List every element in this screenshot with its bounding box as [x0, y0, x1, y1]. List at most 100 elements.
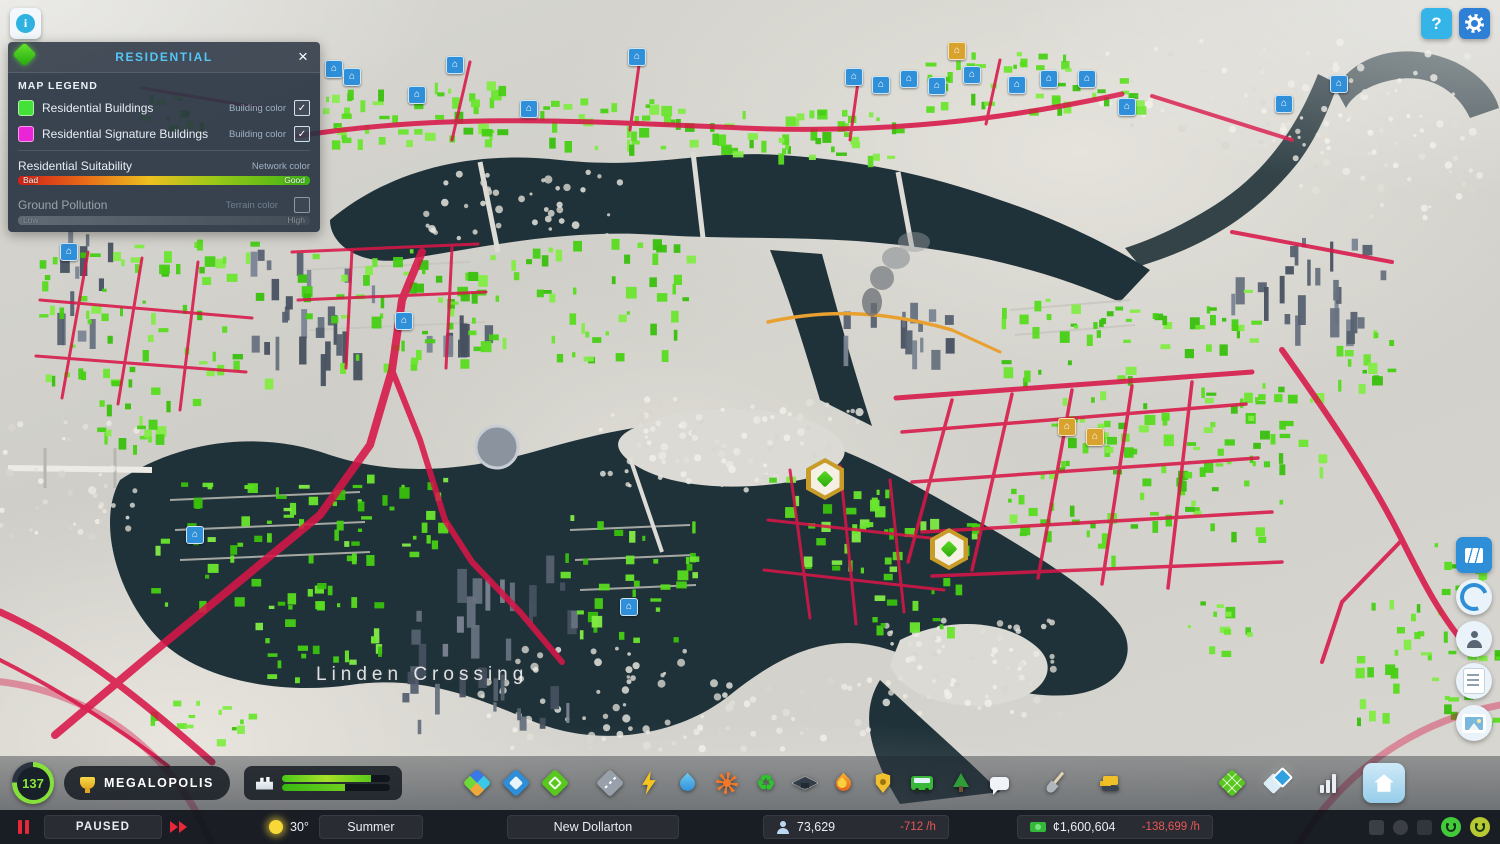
education-button[interactable]	[788, 766, 822, 800]
info-icon: i	[16, 14, 35, 33]
healthcare-button[interactable]	[710, 766, 744, 800]
swirl-icon	[1455, 578, 1493, 616]
happiness-icon[interactable]	[1441, 817, 1461, 837]
map-service-building-icon[interactable]: ⌂	[1330, 75, 1348, 93]
smoke-plume	[862, 232, 930, 316]
graduation-cap-icon	[793, 774, 817, 792]
communications-button[interactable]	[983, 766, 1017, 800]
map-alert-building-icon[interactable]: ⌂	[1058, 418, 1076, 436]
zones-button[interactable]	[460, 766, 494, 800]
map-service-building-icon[interactable]: ⌂	[1008, 76, 1026, 94]
signature-checkbox[interactable]: ✓	[294, 126, 310, 142]
pause-icon	[17, 820, 22, 834]
areas-button[interactable]	[538, 766, 572, 800]
electricity-button[interactable]	[632, 766, 666, 800]
status-indicator-1[interactable]	[1369, 819, 1384, 835]
map-service-building-icon[interactable]: ⌂	[1040, 70, 1058, 88]
map-service-building-icon[interactable]: ⌂	[1078, 70, 1096, 88]
roads-button[interactable]	[593, 766, 627, 800]
infoview-title: RESIDENTIAL	[115, 50, 213, 64]
money-widget[interactable]: ¢1,600,604 -138,699 /h	[1016, 815, 1213, 839]
xp-progress-track	[281, 775, 390, 782]
status-right-group	[1369, 817, 1490, 837]
map-service-building-icon[interactable]: ⌂	[408, 86, 426, 104]
residential-checkbox[interactable]: ✓	[294, 100, 310, 116]
water-sewage-button[interactable]	[671, 766, 705, 800]
map-overview-button[interactable]	[1456, 537, 1492, 573]
map-service-building-icon[interactable]: ⌂	[620, 598, 638, 616]
color-type-label: Building color	[228, 128, 286, 140]
help-icon: ?	[1431, 13, 1442, 33]
landscaping-button[interactable]	[1038, 766, 1072, 800]
areas-icon	[540, 768, 570, 798]
photo-icon	[1462, 713, 1486, 733]
garbage-button[interactable]: ♻	[749, 766, 783, 800]
progression-panel[interactable]	[243, 766, 402, 800]
pause-button[interactable]	[10, 814, 36, 840]
money-trend: -138,699 /h	[1141, 821, 1200, 833]
lightning-icon	[642, 771, 656, 795]
infoview-legend-panel: RESIDENTIAL × MAP LEGEND Residential Bui…	[8, 42, 320, 232]
map-service-building-icon[interactable]: ⌂	[186, 526, 204, 544]
close-icon[interactable]: ×	[291, 45, 315, 69]
status-indicator-2[interactable]	[1393, 819, 1408, 835]
pollution-checkbox[interactable]	[294, 197, 310, 213]
parks-recreation-button[interactable]	[944, 766, 978, 800]
recycle-icon: ♻	[756, 771, 776, 795]
map-service-building-icon[interactable]: ⌂	[628, 48, 646, 66]
status-indicator-3[interactable]	[1417, 819, 1432, 835]
city-level-badge[interactable]: 137	[12, 762, 54, 804]
info-button[interactable]: i	[10, 8, 41, 39]
map-alert-building-icon[interactable]: ⌂	[1086, 428, 1104, 446]
population-trend: -712 /h	[900, 821, 936, 833]
signature-marker-inner	[934, 532, 964, 566]
map-service-building-icon[interactable]: ⌂	[343, 68, 361, 86]
signature-buildings-button[interactable]	[499, 766, 533, 800]
weather-widget[interactable]: 30°	[269, 820, 309, 834]
map-service-building-icon[interactable]: ⌂	[963, 66, 981, 84]
map-service-building-icon[interactable]: ⌂	[1118, 98, 1136, 116]
legend-row-label: Residential Buildings	[42, 101, 154, 115]
help-button[interactable]: ?	[1421, 8, 1452, 39]
population-value: 73,629	[796, 820, 836, 834]
map-service-building-icon[interactable]: ⌂	[1275, 95, 1293, 113]
globe-button[interactable]	[1455, 578, 1493, 616]
map-service-building-icon[interactable]: ⌂	[325, 60, 343, 78]
map-service-building-icon[interactable]: ⌂	[60, 243, 78, 261]
map-service-building-icon[interactable]: ⌂	[845, 68, 863, 86]
police-button[interactable]	[866, 766, 900, 800]
xp-progress-fill	[281, 775, 371, 782]
map-service-building-icon[interactable]: ⌂	[395, 312, 413, 330]
game-screen: ⌂ ⌂ ⌂ ⌂ ⌂ ⌂ ⌂ ⌂ ⌂ ⌂ ⌂ ⌂ ⌂ ⌂ ⌂ ⌂ ⌂ ⌂ ⌂ ⌂ ⌂ ⌂ ⌂ ⌂ Linden Crossing…	[0, 0, 1500, 844]
fire-rescue-button[interactable]	[827, 766, 861, 800]
transportation-button[interactable]	[905, 766, 939, 800]
population-widget[interactable]: 73,629 -712 /h	[762, 815, 949, 839]
info-views-button[interactable]	[1262, 766, 1297, 800]
legend-row-label: Ground Pollution	[18, 198, 108, 212]
map-service-building-icon[interactable]: ⌂	[872, 76, 890, 94]
map-service-building-icon[interactable]: ⌂	[446, 56, 464, 74]
home-button[interactable]	[1362, 763, 1405, 803]
bulldozer-button[interactable]	[1093, 766, 1127, 800]
gradient-max-label: High	[287, 216, 305, 225]
map-service-building-icon[interactable]: ⌂	[928, 77, 946, 95]
money-value: ¢1,600,604	[1052, 820, 1116, 834]
map-service-building-icon[interactable]: ⌂	[520, 100, 538, 118]
map-tiles-button[interactable]	[1215, 766, 1249, 800]
map-alert-building-icon[interactable]: ⌂	[948, 42, 966, 60]
city-name[interactable]: New Dollarton	[506, 815, 679, 839]
settings-button[interactable]	[1459, 8, 1490, 39]
map-service-building-icon[interactable]: ⌂	[900, 70, 918, 88]
bus-icon	[910, 776, 933, 792]
happiness-detail-icon[interactable]	[1470, 817, 1490, 837]
city-skyline-icon	[255, 776, 273, 790]
fast-forward-button[interactable]	[170, 821, 187, 833]
milestone-panel[interactable]: MEGALOPOLIS	[64, 766, 230, 800]
temperature-value: 30°	[290, 820, 309, 834]
city-statistics-button[interactable]	[1311, 766, 1345, 800]
citizens-button[interactable]	[1456, 621, 1492, 657]
photo-mode-button[interactable]	[1456, 705, 1492, 741]
legend-row-suitability: Residential Suitability Network color	[8, 154, 320, 175]
simulation-state: PAUSED	[44, 815, 162, 839]
journal-button[interactable]	[1456, 663, 1492, 699]
